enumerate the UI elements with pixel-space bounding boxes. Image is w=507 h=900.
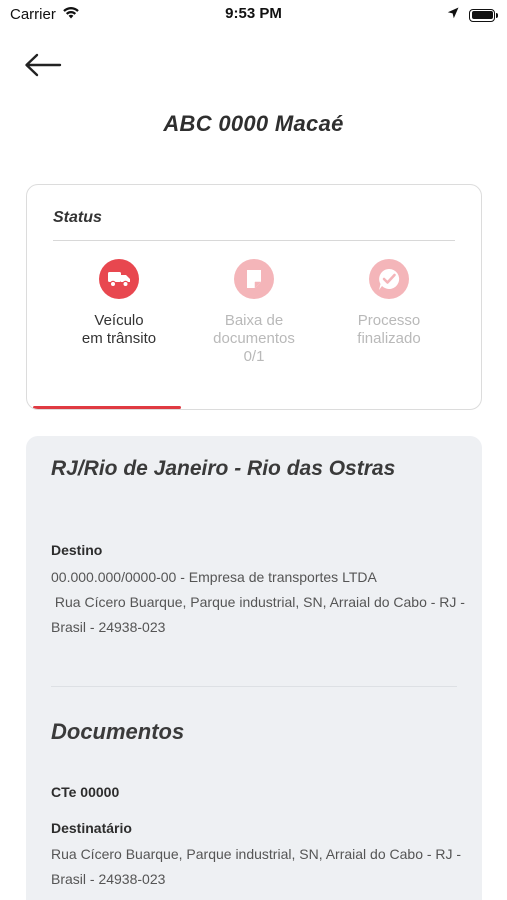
- status-bar: Carrier 9:53 PM: [0, 0, 507, 28]
- truck-icon: [99, 259, 139, 299]
- section-divider: [51, 686, 457, 687]
- step-counter: 0/1: [243, 348, 265, 365]
- step-document-discharge[interactable]: Baixa de documentos 0/1: [179, 259, 329, 366]
- step-label: Veículo em trânsito: [44, 312, 194, 348]
- destination-address: Rua Cícero Buarque, Parque industrial, S…: [51, 594, 469, 635]
- location-arrow-icon: [447, 6, 459, 24]
- clock: 9:53 PM: [225, 5, 282, 22]
- step-process-finished[interactable]: Processo finalizado: [314, 259, 464, 348]
- step-label-line: Baixa de: [224, 312, 284, 329]
- status-card: Status Veículo em trânsito Baixa de docu…: [26, 184, 482, 410]
- back-button[interactable]: [24, 52, 64, 82]
- documents-title: Documentos: [51, 719, 185, 744]
- destination-company: 00.000.000/0000-00 - Empresa de transpor…: [51, 569, 377, 585]
- document-icon: [234, 259, 274, 299]
- step-label-line: Veículo: [94, 312, 144, 329]
- status-bar-right: [447, 6, 498, 24]
- status-progress-bar: [33, 406, 477, 409]
- step-label-line: documentos: [213, 330, 295, 347]
- cte-number[interactable]: CTe 00000: [51, 784, 119, 800]
- step-label-line: em trânsito: [81, 330, 157, 347]
- route-title: RJ/Rio de Janeiro - Rio das Ostras: [51, 457, 396, 480]
- shipment-details-card: RJ/Rio de Janeiro - Rio das Ostras Desti…: [26, 436, 482, 900]
- arrow-left-icon: [24, 53, 62, 82]
- step-label: Processo finalizado: [314, 312, 464, 348]
- page-title: ABC 0000 Macaé: [163, 111, 344, 136]
- status-heading: Status: [53, 209, 102, 226]
- recipient-label: Destinatário: [51, 820, 132, 836]
- step-label-line: Processo: [357, 312, 421, 329]
- status-progress-fill: [33, 406, 181, 409]
- battery-icon: [469, 8, 498, 22]
- step-vehicle-in-transit[interactable]: Veículo em trânsito: [44, 259, 194, 348]
- battery-level: [471, 11, 493, 19]
- destination-label: Destino: [51, 542, 103, 558]
- step-label: Baixa de documentos 0/1: [179, 312, 329, 366]
- status-divider: [53, 240, 455, 241]
- recipient-address: Rua Cícero Buarque, Parque industrial, S…: [51, 846, 462, 887]
- check-icon: [369, 259, 409, 299]
- step-label-line: finalizado: [357, 330, 421, 347]
